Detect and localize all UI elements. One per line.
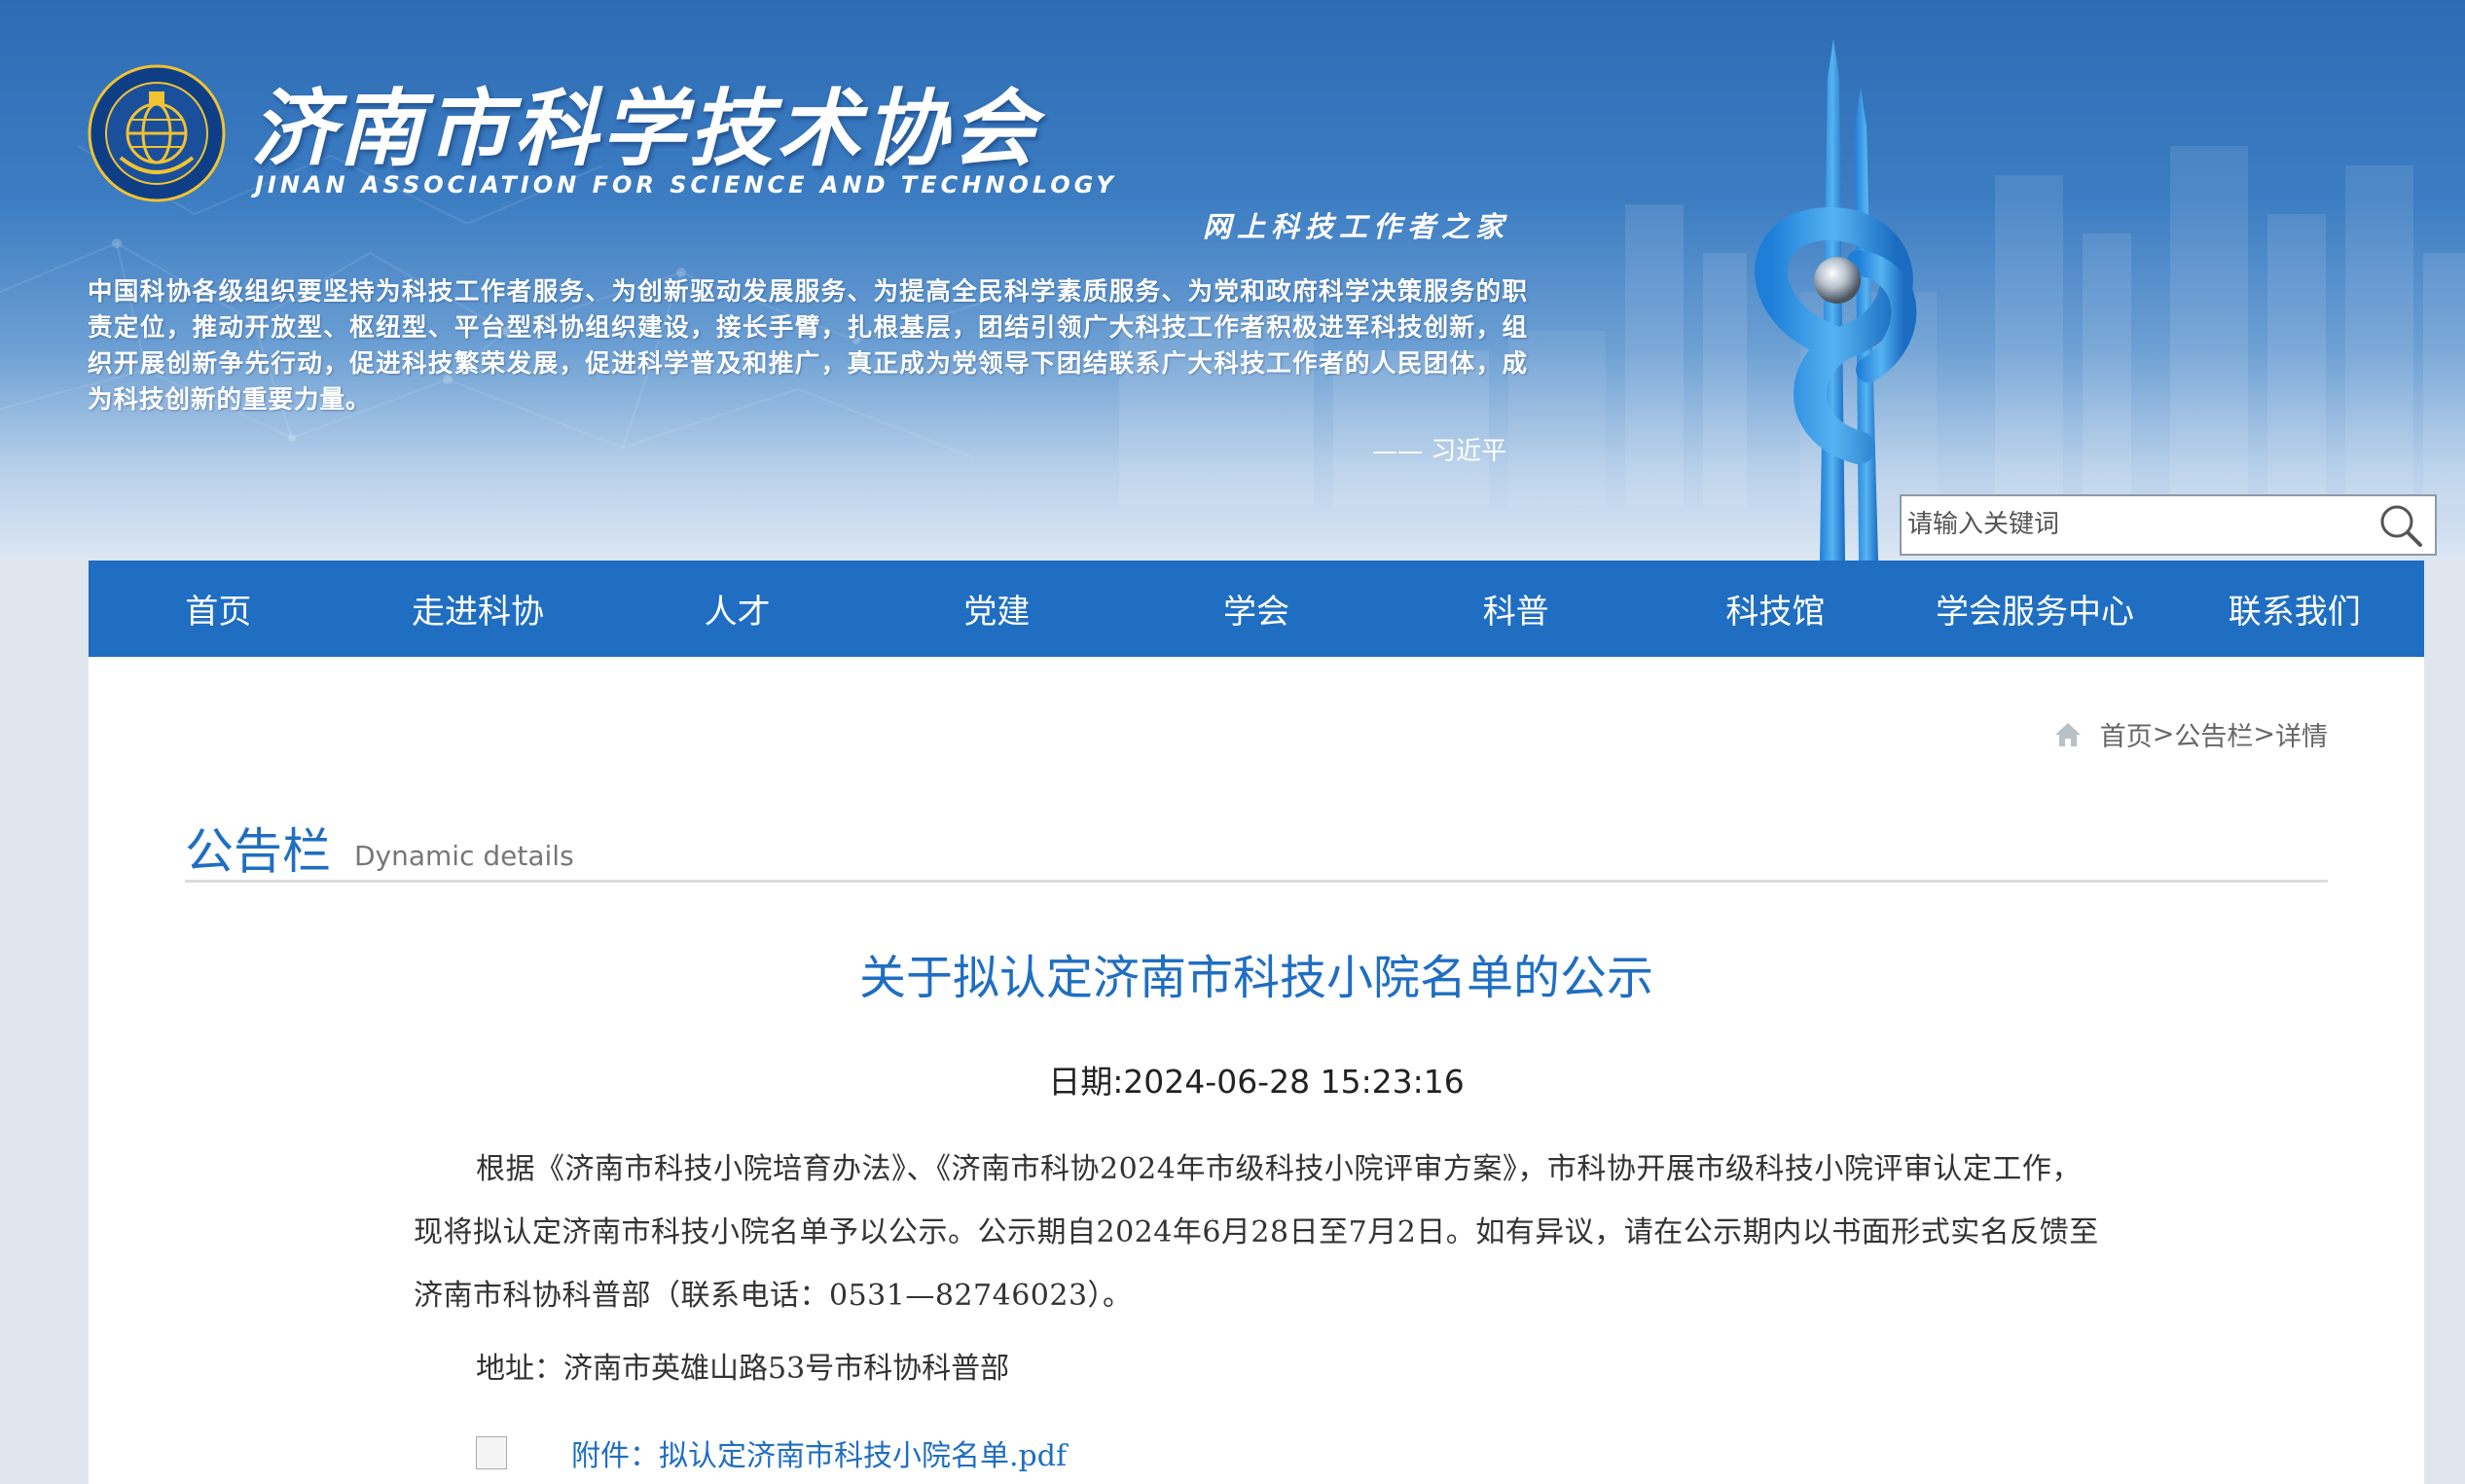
search-input[interactable] [1907, 502, 2365, 547]
breadcrumb-separator: > [2152, 719, 2175, 749]
home-icon [2054, 722, 2081, 746]
nav-item-about[interactable]: 走进科协 [348, 561, 608, 657]
section-title: 公告栏 [185, 823, 331, 880]
nav-item-societies[interactable]: 学会 [1127, 561, 1387, 657]
site-slogan: 网上科技工作者之家 [1203, 210, 1510, 243]
quancheng-sculpture [1755, 39, 1917, 561]
nav-item-science-popularization[interactable]: 科普 [1386, 561, 1646, 657]
main-nav: 首页 走进科协 人才 党建 学会 科普 科技馆 学会服务中心 联系我们 [89, 561, 2424, 657]
section-subtitle: Dynamic details [354, 840, 574, 872]
article-address: 地址：济南市英雄山路53号市科协科普部 [476, 1352, 1010, 1386]
nav-item-society-service-center[interactable]: 学会服务中心 [1905, 561, 2165, 657]
nav-item-home[interactable]: 首页 [89, 561, 348, 657]
leader-quote: 中国科协各级组织要坚持为科技工作者服务、为创新驱动发展服务、为提高全民科学素质服… [88, 277, 1528, 415]
search-icon[interactable] [2376, 502, 2425, 549]
nav-item-talent[interactable]: 人才 [607, 561, 867, 657]
breadcrumb-separator: > [2253, 719, 2275, 749]
site-title-en: JINAN ASSOCIATION FOR SCIENCE AND TECHNO… [255, 171, 1117, 199]
nav-item-party[interactable]: 党建 [867, 561, 1127, 657]
breadcrumb: 首页 > 公告栏 > 详情 [2053, 715, 2328, 753]
article-title: 关于拟认定济南市科技小院名单的公示 [858, 951, 1653, 1005]
header-banner: 济南市科学技术协会 JINAN ASSOCIATION FOR SCIENCE … [0, 0, 2465, 561]
breadcrumb-current: 详情 [2275, 722, 2328, 752]
article-date: 日期:2024-06-28 15:23:16 [1048, 1063, 1465, 1101]
nav-item-science-museum[interactable]: 科技馆 [1646, 561, 1905, 657]
site-title: 济南市科学技术协会 [251, 81, 1039, 178]
breadcrumb-home[interactable]: 首页 [2100, 715, 2153, 753]
breadcrumb-section[interactable]: 公告栏 [2174, 715, 2253, 753]
nav-item-contact[interactable]: 联系我们 [2164, 561, 2424, 657]
quote-author: —— 习近平 [1372, 437, 1507, 466]
attachment-row: 附件：拟认定济南市科技小院名单.pdf [476, 1431, 1067, 1474]
content-panel: 首页 > 公告栏 > 详情 公告栏 Dynamic details 关于拟认定济… [89, 657, 2424, 1484]
section-header: 公告栏 Dynamic details [185, 813, 2328, 883]
attachment-link[interactable]: 附件：拟认定济南市科技小院名单.pdf [571, 1431, 1067, 1474]
article-body: 根据《济南市科技小院培育办法》、《济南市科协2024年市级科技小院评审方案》，市… [414, 1152, 2099, 1313]
file-icon [476, 1436, 507, 1469]
search-box [1900, 494, 2437, 556]
association-emblem [88, 64, 226, 202]
